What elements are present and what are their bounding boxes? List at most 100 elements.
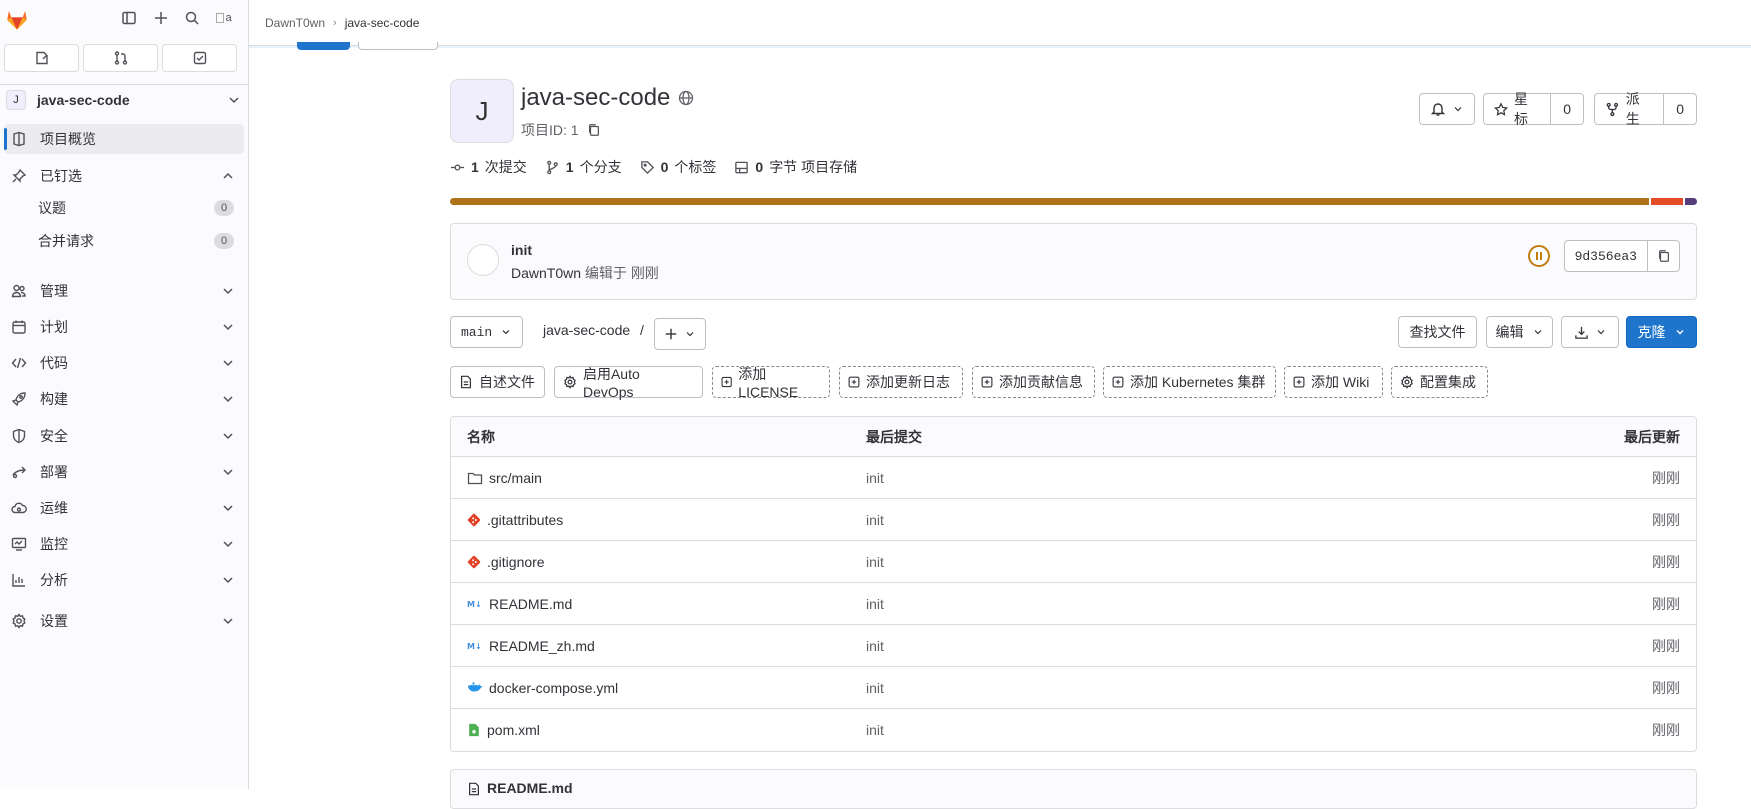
file-last-commit[interactable]: init (866, 470, 1496, 486)
pinned-item-issues[interactable]: 议题 0 (4, 193, 244, 223)
file-last-commit[interactable]: init (866, 680, 1496, 696)
file-name[interactable]: .gitignore (487, 554, 545, 570)
chevron-down-icon (223, 577, 233, 584)
file-last-commit[interactable]: init (866, 596, 1496, 612)
language-segment[interactable] (450, 198, 1650, 205)
notification-button[interactable] (1419, 93, 1475, 125)
sidebar-item-manage[interactable]: 管理 (4, 276, 244, 306)
table-row[interactable]: M↓ README_zh.md init 刚刚 (451, 625, 1696, 667)
file-name-cell[interactable]: M↓ README.md (451, 596, 866, 612)
file-name[interactable]: README_zh.md (489, 638, 595, 654)
pinned-item-label: 议题 (38, 200, 66, 216)
sidebar-item-label: 管理 (40, 283, 68, 299)
commit-time: 刚刚 (630, 265, 659, 281)
clone-button[interactable]: 克隆 (1626, 316, 1697, 348)
file-last-commit[interactable]: init (866, 722, 1496, 738)
gitlab-logo-icon[interactable] (4, 6, 30, 32)
add-to-tree-button[interactable] (654, 318, 706, 350)
auto-devops-quick-action[interactable]: 启用Auto DevOps (554, 366, 703, 400)
table-row[interactable]: docker-compose.yml init 刚刚 (451, 667, 1696, 709)
band-secondary-button[interactable] (358, 42, 438, 50)
plus-icon[interactable] (151, 8, 171, 28)
add-license-quick-action[interactable]: 添加LICENSE (712, 366, 830, 400)
add-wiki-quick-action[interactable]: 添加 Wiki (1284, 366, 1383, 398)
sidebar-item-monitor[interactable]: 监控 (4, 529, 244, 559)
file-name-cell[interactable]: pom.xml (451, 722, 866, 738)
file-name[interactable]: .gitattributes (487, 512, 563, 528)
file-name-cell[interactable]: src/main (451, 470, 866, 486)
tags-stat[interactable]: 0 个标签 (640, 157, 716, 177)
sidebar-item-settings[interactable]: 设置 (4, 606, 244, 636)
file-name[interactable]: docker-compose.yml (489, 680, 618, 696)
table-row[interactable]: pom.xml init 刚刚 (451, 709, 1696, 751)
breadcrumb-owner[interactable]: DawnT0wn (265, 16, 325, 30)
file-last-commit[interactable]: init (866, 638, 1496, 654)
readme-quick-action[interactable]: 自述文件 (450, 366, 545, 398)
commit-author[interactable]: DawnT0wn (511, 265, 581, 281)
add-changelog-quick-action[interactable]: 添加更新日志 (839, 366, 963, 398)
issues-counter-icon[interactable] (4, 44, 79, 72)
add-kubernetes-quick-action[interactable]: 添加 Kubernetes 集群 (1103, 366, 1276, 398)
branch-name: main (461, 324, 493, 340)
sidebar-item-plan[interactable]: 计划 (4, 312, 244, 342)
sidebar-item-code[interactable]: 代码 (4, 348, 244, 378)
file-last-commit[interactable]: init (866, 554, 1496, 570)
download-button[interactable] (1561, 316, 1619, 348)
band-primary-button[interactable] (297, 42, 350, 50)
table-row[interactable]: src/main init 刚刚 (451, 457, 1696, 499)
file-name-cell[interactable]: docker-compose.yml (451, 680, 866, 696)
fork-button[interactable]: 派生 0 (1594, 91, 1697, 127)
branches-stat[interactable]: 1 个分支 (545, 157, 622, 177)
pinned-item-merge-requests[interactable]: 合并请求 0 (4, 226, 244, 256)
sidebar-item-deploy[interactable]: 部署 (4, 457, 244, 487)
star-button[interactable]: 星标 0 (1483, 91, 1584, 127)
copy-sha-button[interactable] (1647, 241, 1679, 271)
sidebar-item-analyze[interactable]: 分析 (4, 565, 244, 595)
file-name-cell[interactable]: .gitignore (451, 554, 866, 570)
chevron-down-icon (223, 618, 233, 625)
commit-message[interactable]: init (511, 242, 532, 258)
bell-icon (1430, 103, 1446, 116)
commit-sha[interactable]: 9d356ea3 (1565, 241, 1647, 271)
file-last-commit[interactable]: init (866, 512, 1496, 528)
calendar-icon (10, 318, 28, 336)
file-name[interactable]: pom.xml (487, 722, 540, 738)
chevron-down-icon (686, 332, 694, 337)
file-name[interactable]: src/main (489, 470, 542, 486)
file-name[interactable]: README.md (489, 596, 572, 612)
chevron-down-icon (223, 469, 233, 476)
project-switcher[interactable]: J java-sec-code (6, 88, 242, 112)
sidebar-item-operate[interactable]: 运维 (4, 493, 244, 523)
file-name-cell[interactable]: M↓ README_zh.md (451, 638, 866, 654)
table-row[interactable]: M↓ README.md init 刚刚 (451, 583, 1696, 625)
sidebar-item-pinned[interactable]: 已钉选 (4, 161, 244, 191)
language-bar[interactable] (450, 198, 1697, 205)
language-segment[interactable] (1651, 198, 1683, 205)
sidebar-toggle-icon[interactable] (119, 8, 139, 28)
sidebar-item-overview[interactable]: 项目概览 (4, 124, 244, 154)
file-last-update: 刚刚 (1652, 637, 1680, 654)
user-avatar[interactable]: a (212, 8, 236, 28)
language-segment[interactable] (1684, 198, 1697, 205)
pipeline-status-icon[interactable] (1527, 244, 1551, 268)
repo-path-root[interactable]: java-sec-code (543, 322, 630, 338)
search-icon[interactable] (182, 8, 202, 28)
find-file-button[interactable]: 查找文件 (1398, 316, 1477, 348)
storage-stat[interactable]: 0 字节 项目存储 (734, 157, 857, 177)
star-icon (1494, 101, 1509, 116)
sidebar-item-secure[interactable]: 安全 (4, 421, 244, 451)
configure-integrations-quick-action[interactable]: 配置集成 (1391, 366, 1488, 398)
commit-author-avatar[interactable] (467, 244, 499, 276)
todo-counter-icon[interactable] (162, 44, 237, 72)
table-row[interactable]: .gitattributes init 刚刚 (451, 499, 1696, 541)
edit-button[interactable]: 编辑 (1486, 316, 1553, 348)
file-name-cell[interactable]: .gitattributes (451, 512, 866, 528)
merge-requests-counter-icon[interactable] (83, 44, 158, 72)
copy-icon[interactable] (587, 123, 601, 137)
breadcrumb-project[interactable]: java-sec-code (345, 16, 420, 30)
branch-selector[interactable]: main (450, 316, 523, 348)
commits-stat[interactable]: 1 次提交 (450, 157, 527, 177)
sidebar-item-build[interactable]: 构建 (4, 384, 244, 414)
table-row[interactable]: .gitignore init 刚刚 (451, 541, 1696, 583)
add-contributing-quick-action[interactable]: 添加贡献信息 (972, 366, 1095, 398)
